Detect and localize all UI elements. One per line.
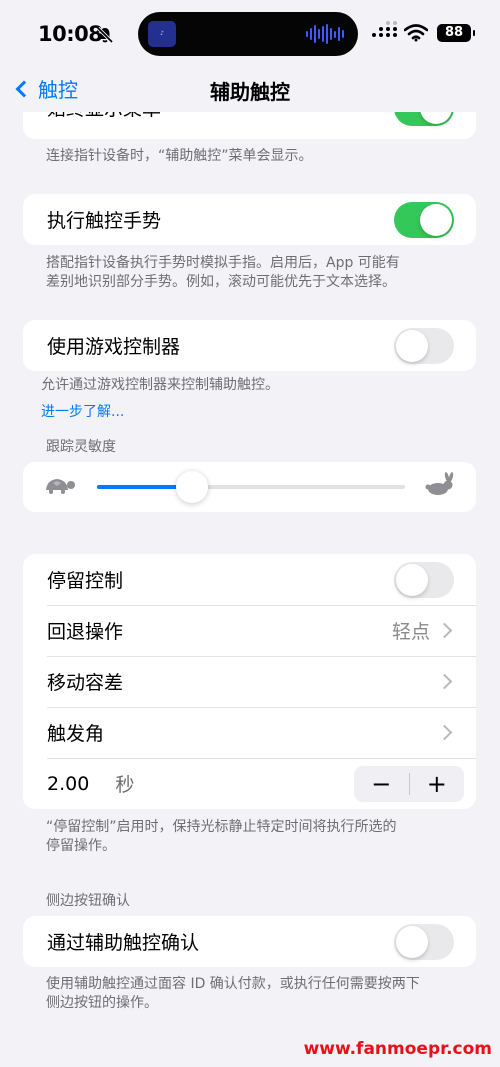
tracking-sensitivity-slider-row: [23, 462, 476, 512]
dwell-duration-row: 2.00 秒 − +: [23, 758, 476, 809]
chevron-right-icon: [436, 673, 453, 689]
dynamic-island[interactable]: ♪: [138, 12, 358, 56]
footer-line: “停留控制”启用时，保持光标静止特定时间将执行所选的: [46, 819, 397, 835]
footer-line: 使用辅助触控通过面容 ID 确认付款，或执行任何需要按两下: [46, 976, 420, 992]
hot-corners-label: 触发角: [47, 723, 105, 745]
wifi-icon: [403, 24, 429, 46]
dwell-control-row[interactable]: 停留控制: [23, 554, 476, 605]
game-controller-group: 使用游戏控制器: [23, 320, 476, 371]
game-controller-footer: 允许通过游戏控制器来控制辅助触控。: [41, 377, 279, 393]
side-button-group: 通过辅助触控确认: [23, 916, 476, 967]
perform-touch-gestures-group: 执行触控手势: [23, 194, 476, 245]
fallback-action-value: 轻点: [391, 621, 430, 643]
turtle-icon: [43, 472, 77, 502]
game-controller-row[interactable]: 使用游戏控制器: [23, 320, 476, 371]
always-show-menu-label: 始终显示菜单: [47, 112, 161, 121]
footer-line: 停留操作。: [46, 838, 116, 854]
perform-touch-gestures-footer: 搭配指针设备执行手势时模拟手指。启用后，App 可能有 差别地识别部分手势。例如…: [46, 254, 446, 292]
movement-tolerance-row[interactable]: 移动容差: [23, 656, 476, 707]
tracking-sensitivity-thumb[interactable]: [176, 471, 209, 503]
tracking-sensitivity-track[interactable]: [97, 471, 405, 503]
confirm-with-assistivetouch-label: 通过辅助触控确认: [47, 932, 200, 954]
album-art-icon: ♪: [148, 21, 176, 47]
toggle-knob: [420, 203, 452, 236]
toggle-knob: [396, 925, 428, 958]
dwell-footer: “停留控制”启用时，保持光标静止特定时间将执行所选的 停留操作。: [46, 818, 446, 856]
tracking-sensitivity-group: [23, 462, 476, 512]
dwell-group: 停留控制 回退操作 轻点 移动容差 触发角 2.00 秒 − +: [23, 554, 476, 809]
perform-touch-gestures-row[interactable]: 执行触控手势: [23, 194, 476, 245]
status-time: 10:08: [38, 22, 103, 46]
tracking-sensitivity-header: 跟踪灵敏度: [46, 439, 116, 455]
footer-line: 侧边按钮的操作。: [46, 995, 158, 1011]
footer-line: 差别地识别部分手势。例如，滚动可能优先于文本选择。: [46, 274, 396, 290]
side-button-header: 侧边按钮确认: [46, 893, 130, 909]
confirm-with-assistivetouch-row[interactable]: 通过辅助触控确认: [23, 916, 476, 967]
hot-corners-row[interactable]: 触发角: [23, 707, 476, 758]
decrement-button[interactable]: −: [354, 766, 409, 802]
navigation-bar: 触控 辅助触控: [0, 66, 500, 112]
chevron-right-icon: [436, 724, 453, 740]
perform-touch-gestures-toggle[interactable]: [394, 201, 454, 238]
fallback-action-row[interactable]: 回退操作 轻点: [23, 605, 476, 656]
game-controller-label: 使用游戏控制器: [47, 336, 181, 358]
audio-waveform-icon: [306, 24, 344, 44]
game-controller-toggle[interactable]: [394, 327, 454, 364]
footer-line: 搭配指针设备执行手势时模拟手指。启用后，App 可能有: [46, 255, 400, 271]
fallback-action-label: 回退操作: [47, 621, 124, 643]
confirm-with-assistivetouch-toggle[interactable]: [394, 923, 454, 960]
chevron-right-icon: [436, 622, 453, 638]
toggle-knob: [396, 329, 428, 362]
battery-icon: 88: [437, 24, 475, 42]
always-show-menu-footer: 连接指针设备时，“辅助触控”菜单会显示。: [46, 148, 313, 164]
dwell-duration-unit: 秒: [115, 774, 135, 796]
watermark: www.fanmoepr.com: [303, 1039, 492, 1059]
side-button-footer: 使用辅助触控通过面容 ID 确认付款，或执行任何需要按两下 侧边按钮的操作。: [46, 975, 446, 1013]
status-bar: 10:08 ♪ 88: [0, 0, 500, 66]
movement-tolerance-label: 移动容差: [47, 672, 124, 694]
perform-touch-gestures-label: 执行触控手势: [47, 210, 162, 232]
silent-bell-icon: [96, 26, 114, 48]
learn-more-link[interactable]: 进一步了解...: [41, 401, 124, 421]
page-title: 辅助触控: [210, 80, 290, 104]
dwell-duration-stepper: − +: [354, 766, 464, 802]
always-show-menu-row[interactable]: 始终显示菜单: [23, 112, 476, 133]
dwell-control-toggle[interactable]: [394, 561, 454, 598]
cellular-signal-icon: [372, 21, 398, 41]
toggle-knob: [420, 112, 452, 124]
rabbit-icon: [424, 472, 456, 502]
increment-button[interactable]: +: [410, 766, 465, 802]
dwell-control-label: 停留控制: [47, 570, 124, 592]
always-show-menu-group: 始终显示菜单: [23, 112, 476, 139]
always-show-menu-toggle[interactable]: [394, 112, 454, 126]
toggle-knob: [396, 563, 428, 596]
dwell-duration-value: 2.00: [47, 772, 90, 795]
